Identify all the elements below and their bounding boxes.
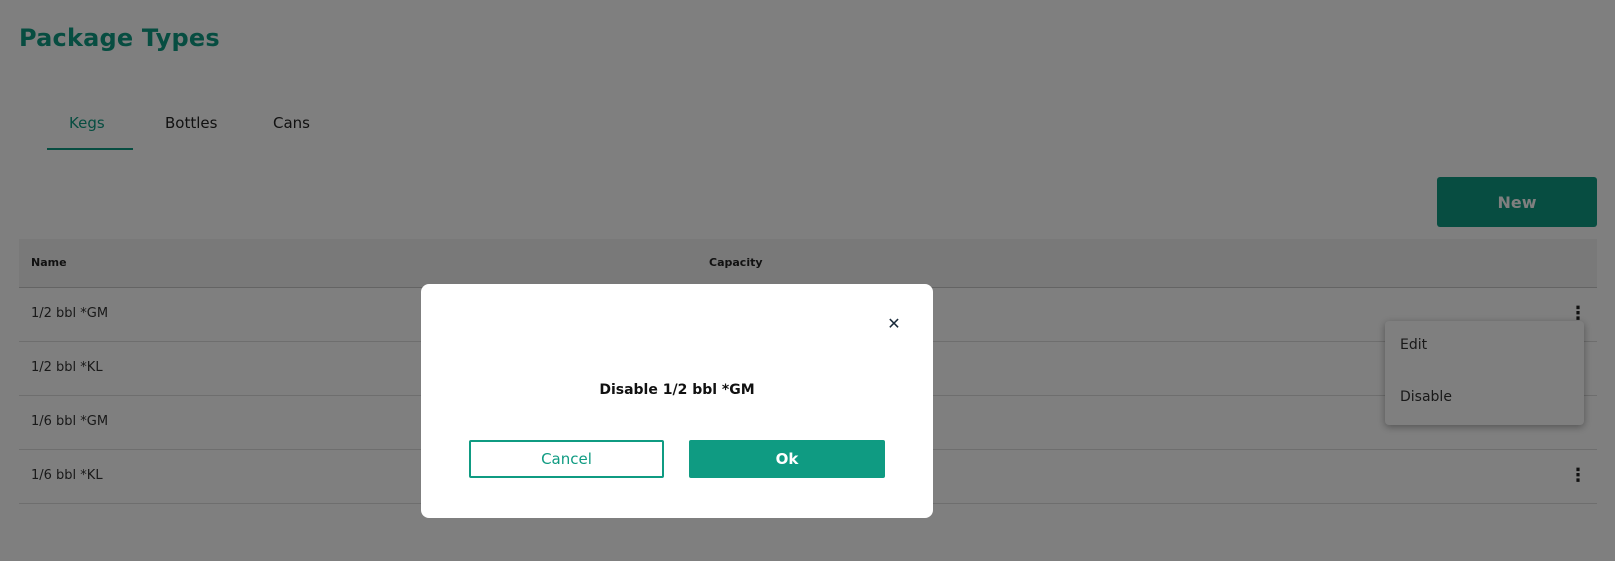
disable-confirm-dialog: ✕ Disable 1/2 bbl *GM Cancel Ok bbox=[421, 284, 933, 518]
ok-button[interactable]: Ok bbox=[689, 440, 885, 478]
close-icon[interactable]: ✕ bbox=[884, 314, 904, 334]
cancel-button[interactable]: Cancel bbox=[469, 440, 664, 478]
dialog-message: Disable 1/2 bbl *GM bbox=[599, 382, 755, 398]
